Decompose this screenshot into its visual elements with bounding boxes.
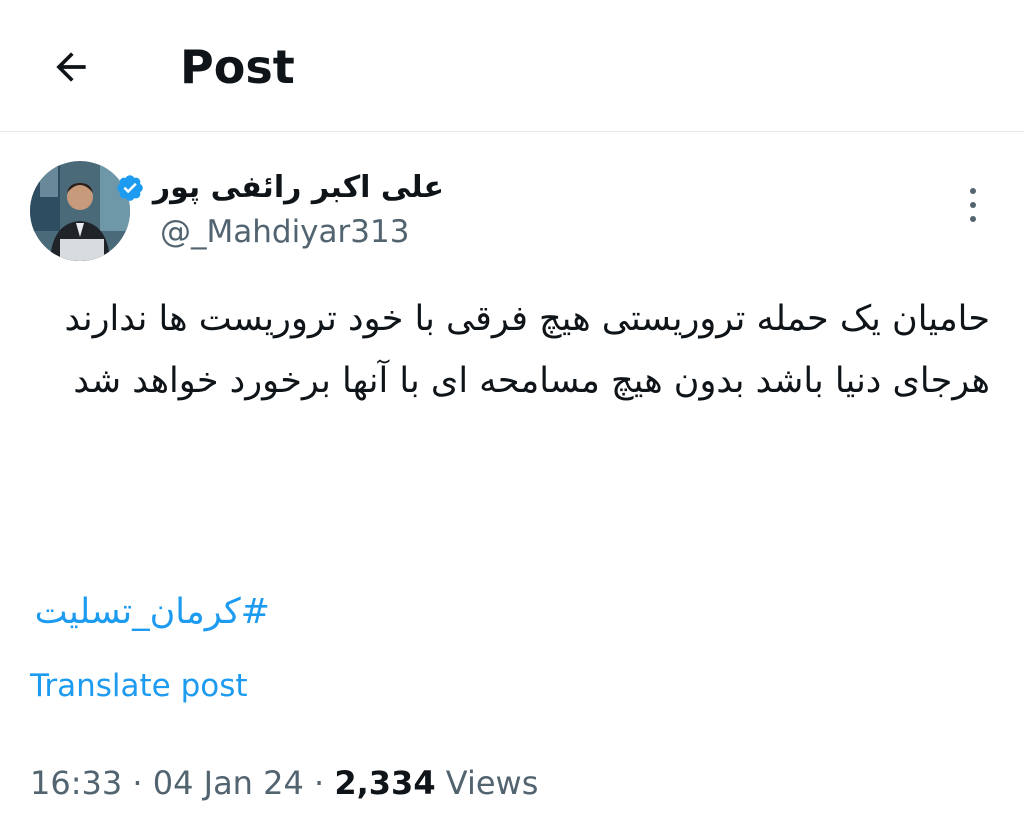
views-count[interactable]: 2,334 (334, 764, 435, 802)
more-vertical-icon (970, 188, 976, 222)
tweet-line: هرجای دنیا باشد بدون هیچ مسامحه ای با آن… (73, 361, 990, 401)
tweet-line: حامیان یک حمله تروریستی هیچ فرقی با خود … (64, 299, 990, 339)
translate-post-link[interactable]: Translate post (30, 668, 248, 704)
tweet-text: حامیان یک حمله تروریستی هیچ فرقی با خود … (30, 288, 990, 412)
verified-badge-icon (115, 173, 145, 203)
top-bar: Post (0, 0, 1024, 132)
post-date: 04 Jan 24 (152, 764, 304, 802)
meta-separator: · (122, 764, 153, 802)
back-button[interactable] (44, 40, 98, 94)
author-row: علی اکبر رائفی پور (115, 168, 444, 208)
author-handle[interactable]: @_Mahdiyar313 (160, 212, 409, 252)
author-name[interactable]: علی اکبر رائفی پور (153, 168, 444, 208)
page-title: Post (180, 40, 295, 94)
hashtag-link[interactable]: #کرمان_تسلیت (35, 592, 270, 632)
arrow-left-icon (56, 52, 86, 82)
more-options-button[interactable] (958, 180, 988, 230)
post-meta: 16:33 · 04 Jan 24 · 2,334 Views (30, 762, 538, 804)
post-time: 16:33 (30, 764, 123, 802)
meta-separator: · (303, 764, 335, 802)
views-label: Views (435, 764, 539, 802)
